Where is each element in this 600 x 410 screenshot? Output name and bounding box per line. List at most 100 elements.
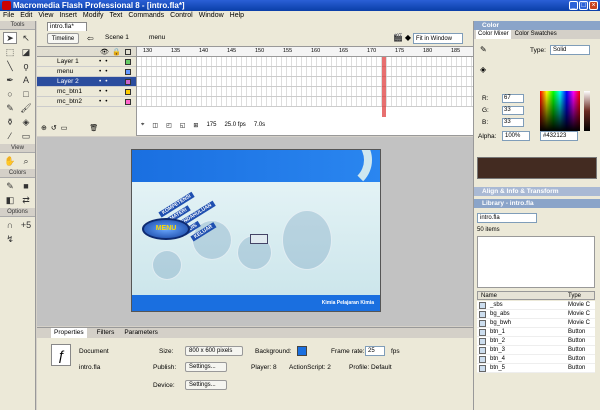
fill-color-icon[interactable]: ■ — [19, 180, 33, 192]
snap-magnet-icon[interactable]: ∩ — [3, 219, 17, 231]
alpha-input[interactable]: 100% — [502, 131, 530, 141]
oval-tool-icon[interactable]: ○ — [3, 88, 17, 100]
zoom-tool-icon[interactable]: ⌕ — [19, 155, 33, 167]
back-arrow-icon[interactable]: ⇦ — [87, 34, 94, 43]
insert-layer-icon[interactable]: ⊕ — [41, 124, 47, 132]
pen-tool-icon[interactable]: ✒ — [3, 74, 17, 86]
red-input[interactable]: 67 — [502, 94, 524, 103]
subselect-tool-icon[interactable]: ↖ — [19, 32, 33, 44]
onion-markers-icon[interactable]: ⊞ — [193, 122, 198, 129]
outline-icon[interactable] — [125, 49, 131, 55]
insert-motion-guide-icon[interactable]: ↺ — [51, 124, 57, 132]
frame-ruler[interactable]: 130 135 140 145 150 155 160 165 170 175 … — [137, 47, 473, 57]
stroke-pencil-icon[interactable]: ✎ — [480, 45, 487, 54]
frame-row[interactable] — [137, 57, 473, 67]
menu-modify[interactable]: Modify — [83, 11, 104, 21]
layer-outline-swatch[interactable] — [125, 59, 131, 65]
delete-layer-icon[interactable]: 🗑 — [89, 124, 98, 132]
layer-visibility-dots[interactable]: •• — [99, 57, 112, 67]
layer-outline-swatch[interactable] — [125, 89, 131, 95]
timeline-toggle-button[interactable]: Timeline — [47, 33, 79, 44]
insert-folder-icon[interactable]: ▭ — [61, 124, 68, 132]
color-spectrum[interactable] — [540, 91, 580, 131]
layer-outline-swatch[interactable] — [125, 79, 131, 85]
menu-commands[interactable]: Commands — [128, 11, 164, 21]
brush-tool-icon[interactable]: 🖌 — [19, 102, 33, 114]
hand-tool-icon[interactable]: ✋ — [3, 155, 17, 167]
edit-multiple-icon[interactable]: ◱ — [180, 122, 186, 129]
library-item[interactable]: btn_3 Button — [477, 346, 595, 355]
frame-row[interactable] — [137, 67, 473, 77]
library-item[interactable]: btn_4 Button — [477, 355, 595, 364]
scene-breadcrumb[interactable]: Scene 1 — [105, 34, 129, 41]
tab-filters[interactable]: Filters — [97, 328, 115, 338]
layer-row[interactable]: menu •• — [37, 67, 136, 77]
onion-skin-icon[interactable]: ◫ — [152, 122, 158, 129]
eye-icon[interactable]: 👁 — [100, 48, 109, 56]
frame-row[interactable] — [137, 97, 473, 107]
onion-outline-icon[interactable]: ◰ — [166, 122, 172, 129]
menu-button[interactable]: MENU — [142, 218, 190, 240]
doc-tab-intro[interactable]: intro.fla* — [47, 22, 87, 31]
symbol-breadcrumb[interactable]: menu — [149, 34, 165, 41]
library-item[interactable]: _sbs Movie C — [477, 301, 595, 310]
align-panel-header[interactable]: Align & Info & Transform — [474, 187, 600, 196]
edit-symbol-icon[interactable]: ◆ — [405, 33, 411, 42]
menu-insert[interactable]: Insert — [59, 11, 77, 21]
frame-row[interactable] — [137, 77, 473, 87]
layer-visibility-dots[interactable]: •• — [99, 87, 112, 97]
fill-type-select[interactable]: Solid — [550, 45, 590, 55]
library-item[interactable]: btn_2 Button — [477, 337, 595, 346]
layer-visibility-dots[interactable]: •• — [99, 97, 112, 107]
library-file-select[interactable]: intro.fla — [477, 213, 537, 223]
tab-properties[interactable]: Properties — [51, 328, 87, 338]
menu-help[interactable]: Help — [230, 11, 244, 21]
frame-grid[interactable] — [137, 57, 473, 117]
menu-edit[interactable]: Edit — [20, 11, 32, 21]
maximize-icon[interactable]: □ — [579, 1, 588, 10]
stage-canvas[interactable]: KOMPETENSI MATERI PENDAHULUAN KUIS KELUA… — [131, 149, 381, 312]
center-frame-icon[interactable]: ⌖ — [141, 122, 144, 129]
menu-control[interactable]: Control — [170, 11, 193, 21]
library-item[interactable]: btn_1 Button — [477, 328, 595, 337]
pencil-tool-icon[interactable]: ✎ — [3, 102, 17, 114]
col-type[interactable]: Type — [568, 292, 581, 300]
library-item[interactable]: bg_bwh Movie C — [477, 319, 595, 328]
layer-row[interactable]: mc_btn2 •• — [37, 97, 136, 107]
brightness-slider[interactable] — [584, 91, 590, 131]
layer-outline-swatch[interactable] — [125, 99, 131, 105]
playhead[interactable] — [382, 57, 386, 117]
swap-colors-icon[interactable]: ⇄ — [19, 194, 33, 206]
close-icon[interactable]: × — [589, 1, 598, 10]
menu-window[interactable]: Window — [199, 11, 224, 21]
framerate-input[interactable]: 25 — [365, 346, 385, 356]
lock-icon[interactable]: 🔒 — [112, 48, 121, 56]
hex-input[interactable]: #432123 — [540, 131, 578, 141]
default-colors-icon[interactable]: ◧ — [3, 194, 17, 206]
stage-area[interactable]: KOMPETENSI MATERI PENDAHULUAN KUIS KELUA… — [37, 137, 473, 326]
smooth-icon[interactable]: +5 — [19, 219, 33, 231]
line-tool-icon[interactable]: ╲ — [3, 60, 17, 72]
layer-row-selected[interactable]: Layer 2 •• — [37, 77, 136, 87]
stroke-color-icon[interactable]: ✎ — [3, 180, 17, 192]
rectangle-tool-icon[interactable]: □ — [19, 88, 33, 100]
text-tool-icon[interactable]: A — [19, 74, 33, 86]
eraser-tool-icon[interactable]: ▭ — [19, 130, 33, 142]
blue-input[interactable]: 33 — [502, 118, 524, 127]
tab-color-swatches[interactable]: Color Swatches — [515, 30, 557, 39]
library-header[interactable]: Library - intro.fla — [474, 199, 600, 208]
edit-scene-icon[interactable]: 🎬 — [393, 33, 403, 42]
col-name[interactable]: Name — [481, 292, 497, 300]
eyedropper-tool-icon[interactable]: ⁄ — [3, 130, 17, 142]
library-item[interactable]: bg_abs Movie C — [477, 310, 595, 319]
tab-parameters[interactable]: Parameters — [124, 328, 158, 338]
frame-row[interactable] — [137, 87, 473, 97]
menu-view[interactable]: View — [38, 11, 53, 21]
menu-file[interactable]: File — [3, 11, 14, 21]
layer-visibility-dots[interactable]: •• — [99, 77, 112, 87]
device-settings-button[interactable]: Settings... — [185, 380, 227, 390]
ink-bottle-tool-icon[interactable]: ⚱ — [3, 116, 17, 128]
straighten-icon[interactable]: ↯ — [3, 233, 17, 245]
green-input[interactable]: 33 — [502, 106, 524, 115]
size-button[interactable]: 800 x 600 pixels — [185, 346, 243, 356]
